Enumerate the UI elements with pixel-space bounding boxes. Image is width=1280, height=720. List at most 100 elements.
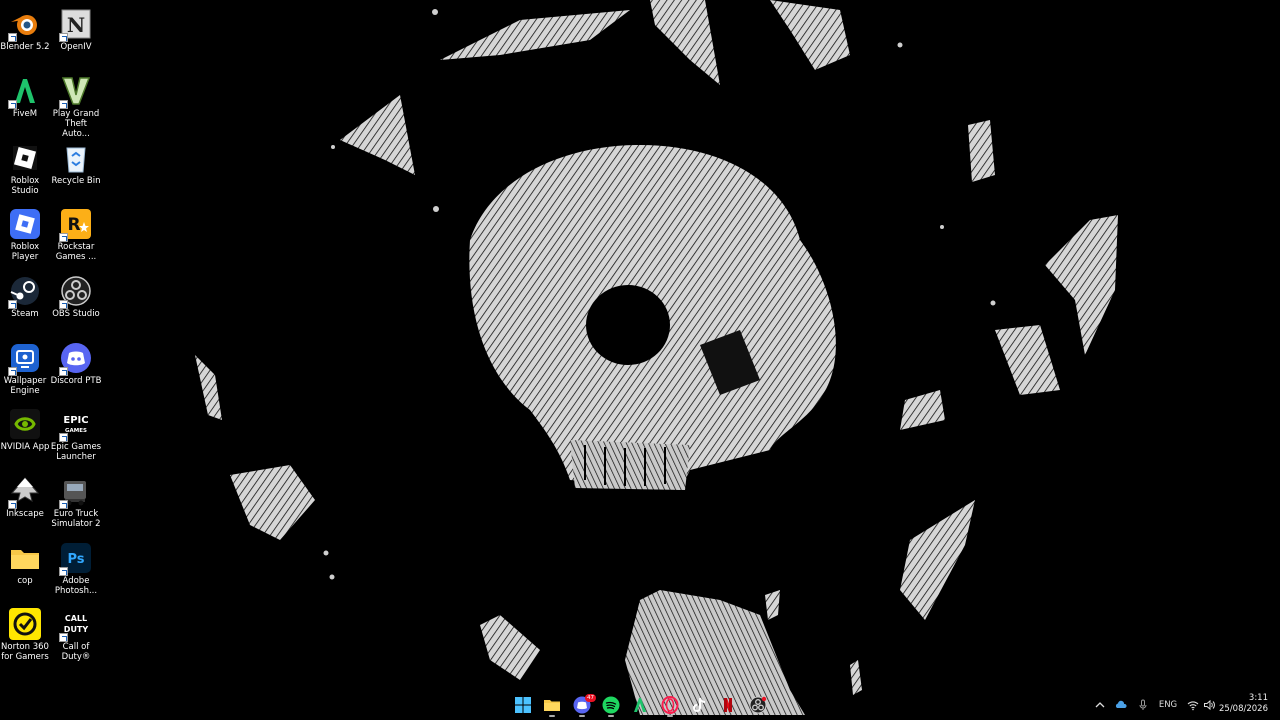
taskbar: 47 ENG 3:11 25/08/2026 — [0, 690, 1280, 720]
svg-text:CALL: CALL — [65, 614, 87, 623]
desktop-icon-label: FiveM — [12, 109, 38, 119]
taskbar-discord-ptb[interactable]: 47 — [570, 694, 596, 717]
notification-badge: 47 — [585, 694, 596, 702]
taskbar-obs-studio[interactable] — [746, 694, 770, 716]
nvidia-icon — [9, 408, 41, 440]
desktop-icon-fivem[interactable]: FiveM — [0, 71, 50, 133]
opera-gx-icon — [661, 696, 679, 714]
microphone-icon — [1139, 699, 1147, 710]
onedrive-tray-button[interactable] — [1114, 696, 1128, 714]
svg-text:GAMES: GAMES — [65, 428, 87, 434]
taskbar-tiktok[interactable] — [687, 694, 711, 716]
desktop-icon-label: Recycle Bin — [51, 176, 101, 186]
desktop-icon-label: OpenIV — [60, 42, 92, 52]
start-button[interactable] — [511, 694, 535, 716]
gta-v-icon — [59, 75, 92, 109]
roblox-studio-icon — [9, 142, 41, 174]
cloud-icon — [1115, 700, 1127, 708]
desktop-icon-call-of-duty[interactable]: CALL DUTY Call of Duty® — [51, 604, 101, 666]
desktop-icon-obs-studio[interactable]: OBS Studio — [51, 271, 101, 333]
wifi-icon — [1187, 701, 1199, 711]
desktop-icon-inkscape[interactable]: Inkscape — [0, 471, 50, 533]
svg-text:Ps: Ps — [67, 552, 84, 567]
obs-icon — [749, 696, 767, 714]
steam-icon — [8, 275, 41, 309]
taskbar-clock[interactable]: 3:11 25/08/2026 — [1219, 693, 1268, 715]
desktop-icon-label: OBS Studio — [52, 309, 100, 319]
taskbar-opera-gx[interactable] — [658, 694, 682, 717]
desktop-wallpaper — [0, 0, 1280, 720]
desktop-icon-label: Inkscape — [6, 509, 44, 519]
desktop-icon-nvidia-app[interactable]: NVIDIA App — [0, 404, 50, 466]
desktop-icon-epic-games[interactable]: EPIC GAMES Epic Games Launcher — [51, 404, 101, 466]
desktop-icon-rockstar-launcher[interactable]: R Rockstar Games ... — [51, 204, 101, 266]
taskbar-file-explorer[interactable] — [540, 694, 564, 717]
microphone-tray-button[interactable] — [1136, 696, 1150, 714]
windows-logo-icon — [515, 697, 531, 713]
volume-tray-button[interactable] — [1202, 696, 1216, 714]
show-hidden-icons-button[interactable] — [1093, 696, 1107, 714]
svg-text:R: R — [67, 215, 80, 235]
blender-icon — [8, 8, 41, 42]
desktop-icon-label: cop — [17, 576, 33, 586]
desktop-icon-cop-folder[interactable]: cop — [0, 538, 50, 600]
desktop-icon-roblox-player[interactable]: Roblox Player — [0, 204, 50, 266]
desktop-icon-steam[interactable]: Steam — [0, 271, 50, 333]
discord-icon — [59, 342, 92, 376]
desktop-icon-norton-360[interactable]: Norton 360 for Gamers — [0, 604, 50, 666]
netflix-icon — [724, 698, 732, 712]
desktop-icon-recycle-bin[interactable]: Recycle Bin — [51, 138, 101, 200]
tiktok-icon — [693, 697, 706, 712]
svg-text:N: N — [67, 13, 85, 37]
desktop-icon-label: Steam — [11, 309, 39, 319]
folder-icon — [9, 542, 41, 574]
call-of-duty-icon: CALL DUTY — [59, 608, 92, 642]
desktop-icon-label: Wallpaper Engine — [3, 376, 47, 396]
roblox-player-icon — [9, 208, 41, 240]
spotify-icon — [602, 696, 620, 714]
desktop-icon-roblox-studio[interactable]: Roblox Studio — [0, 138, 50, 200]
wallpaper-engine-icon — [8, 342, 41, 376]
fivem-icon — [8, 75, 41, 109]
folder-icon — [544, 700, 560, 711]
desktop-icon-label: Rockstar Games ... — [55, 242, 97, 262]
desktop-icon-label: Call of Duty® — [61, 642, 91, 662]
desktop-icon-label: Norton 360 for Gamers — [1, 642, 49, 662]
recycle-bin-icon — [60, 142, 92, 174]
fivem-icon — [634, 698, 646, 712]
desktop-icon-label: Roblox Studio — [10, 176, 40, 196]
euro-truck-icon — [59, 475, 92, 509]
desktop-icon-label: Discord PTB — [50, 376, 102, 386]
chevron-up-icon — [1095, 702, 1105, 708]
clock-time: 3:11 — [1248, 693, 1268, 703]
speaker-icon — [1204, 699, 1215, 711]
rockstar-icon: R — [59, 208, 92, 242]
desktop-icon-discord-ptb[interactable]: Discord PTB — [51, 338, 101, 400]
desktop-icon-play-gta[interactable]: Play Grand Theft Auto... — [51, 71, 101, 139]
clock-date: 25/08/2026 — [1219, 704, 1268, 714]
desktop-icon-label: NVIDIA App — [0, 442, 50, 452]
input-language-button[interactable]: ENG — [1158, 696, 1178, 714]
inkscape-icon — [8, 475, 41, 509]
photoshop-icon: Ps — [59, 542, 92, 576]
desktop-icon-blender[interactable]: Blender 5.2 — [0, 4, 50, 66]
epic-games-icon: EPIC GAMES — [59, 408, 92, 442]
desktop-icon-adobe-photoshop[interactable]: Ps Adobe Photosh... — [51, 538, 101, 600]
norton-icon — [9, 608, 41, 640]
obs-icon — [59, 275, 92, 309]
desktop-icon-label: Play Grand Theft Auto... — [52, 109, 100, 139]
desktop-icon-label: Adobe Photosh... — [54, 576, 98, 596]
desktop-icon-label: Epic Games Launcher — [50, 442, 102, 462]
svg-text:EPIC: EPIC — [63, 415, 88, 426]
desktop-icon-openiv[interactable]: N OpenIV — [51, 4, 101, 66]
taskbar-netflix[interactable] — [716, 694, 740, 716]
desktop-icon-wallpaper-engine[interactable]: Wallpaper Engine — [0, 338, 50, 400]
openiv-icon: N — [59, 8, 92, 42]
desktop-icon-euro-truck-simulator-2[interactable]: Euro Truck Simulator 2 — [51, 471, 101, 533]
taskbar-spotify[interactable] — [599, 694, 623, 717]
desktop-icon-label: Roblox Player — [10, 242, 40, 262]
taskbar-fivem[interactable] — [628, 694, 652, 716]
network-tray-button[interactable] — [1186, 696, 1200, 714]
desktop-icon-label: Euro Truck Simulator 2 — [51, 509, 101, 529]
desktop-icon-label: Blender 5.2 — [0, 42, 50, 52]
